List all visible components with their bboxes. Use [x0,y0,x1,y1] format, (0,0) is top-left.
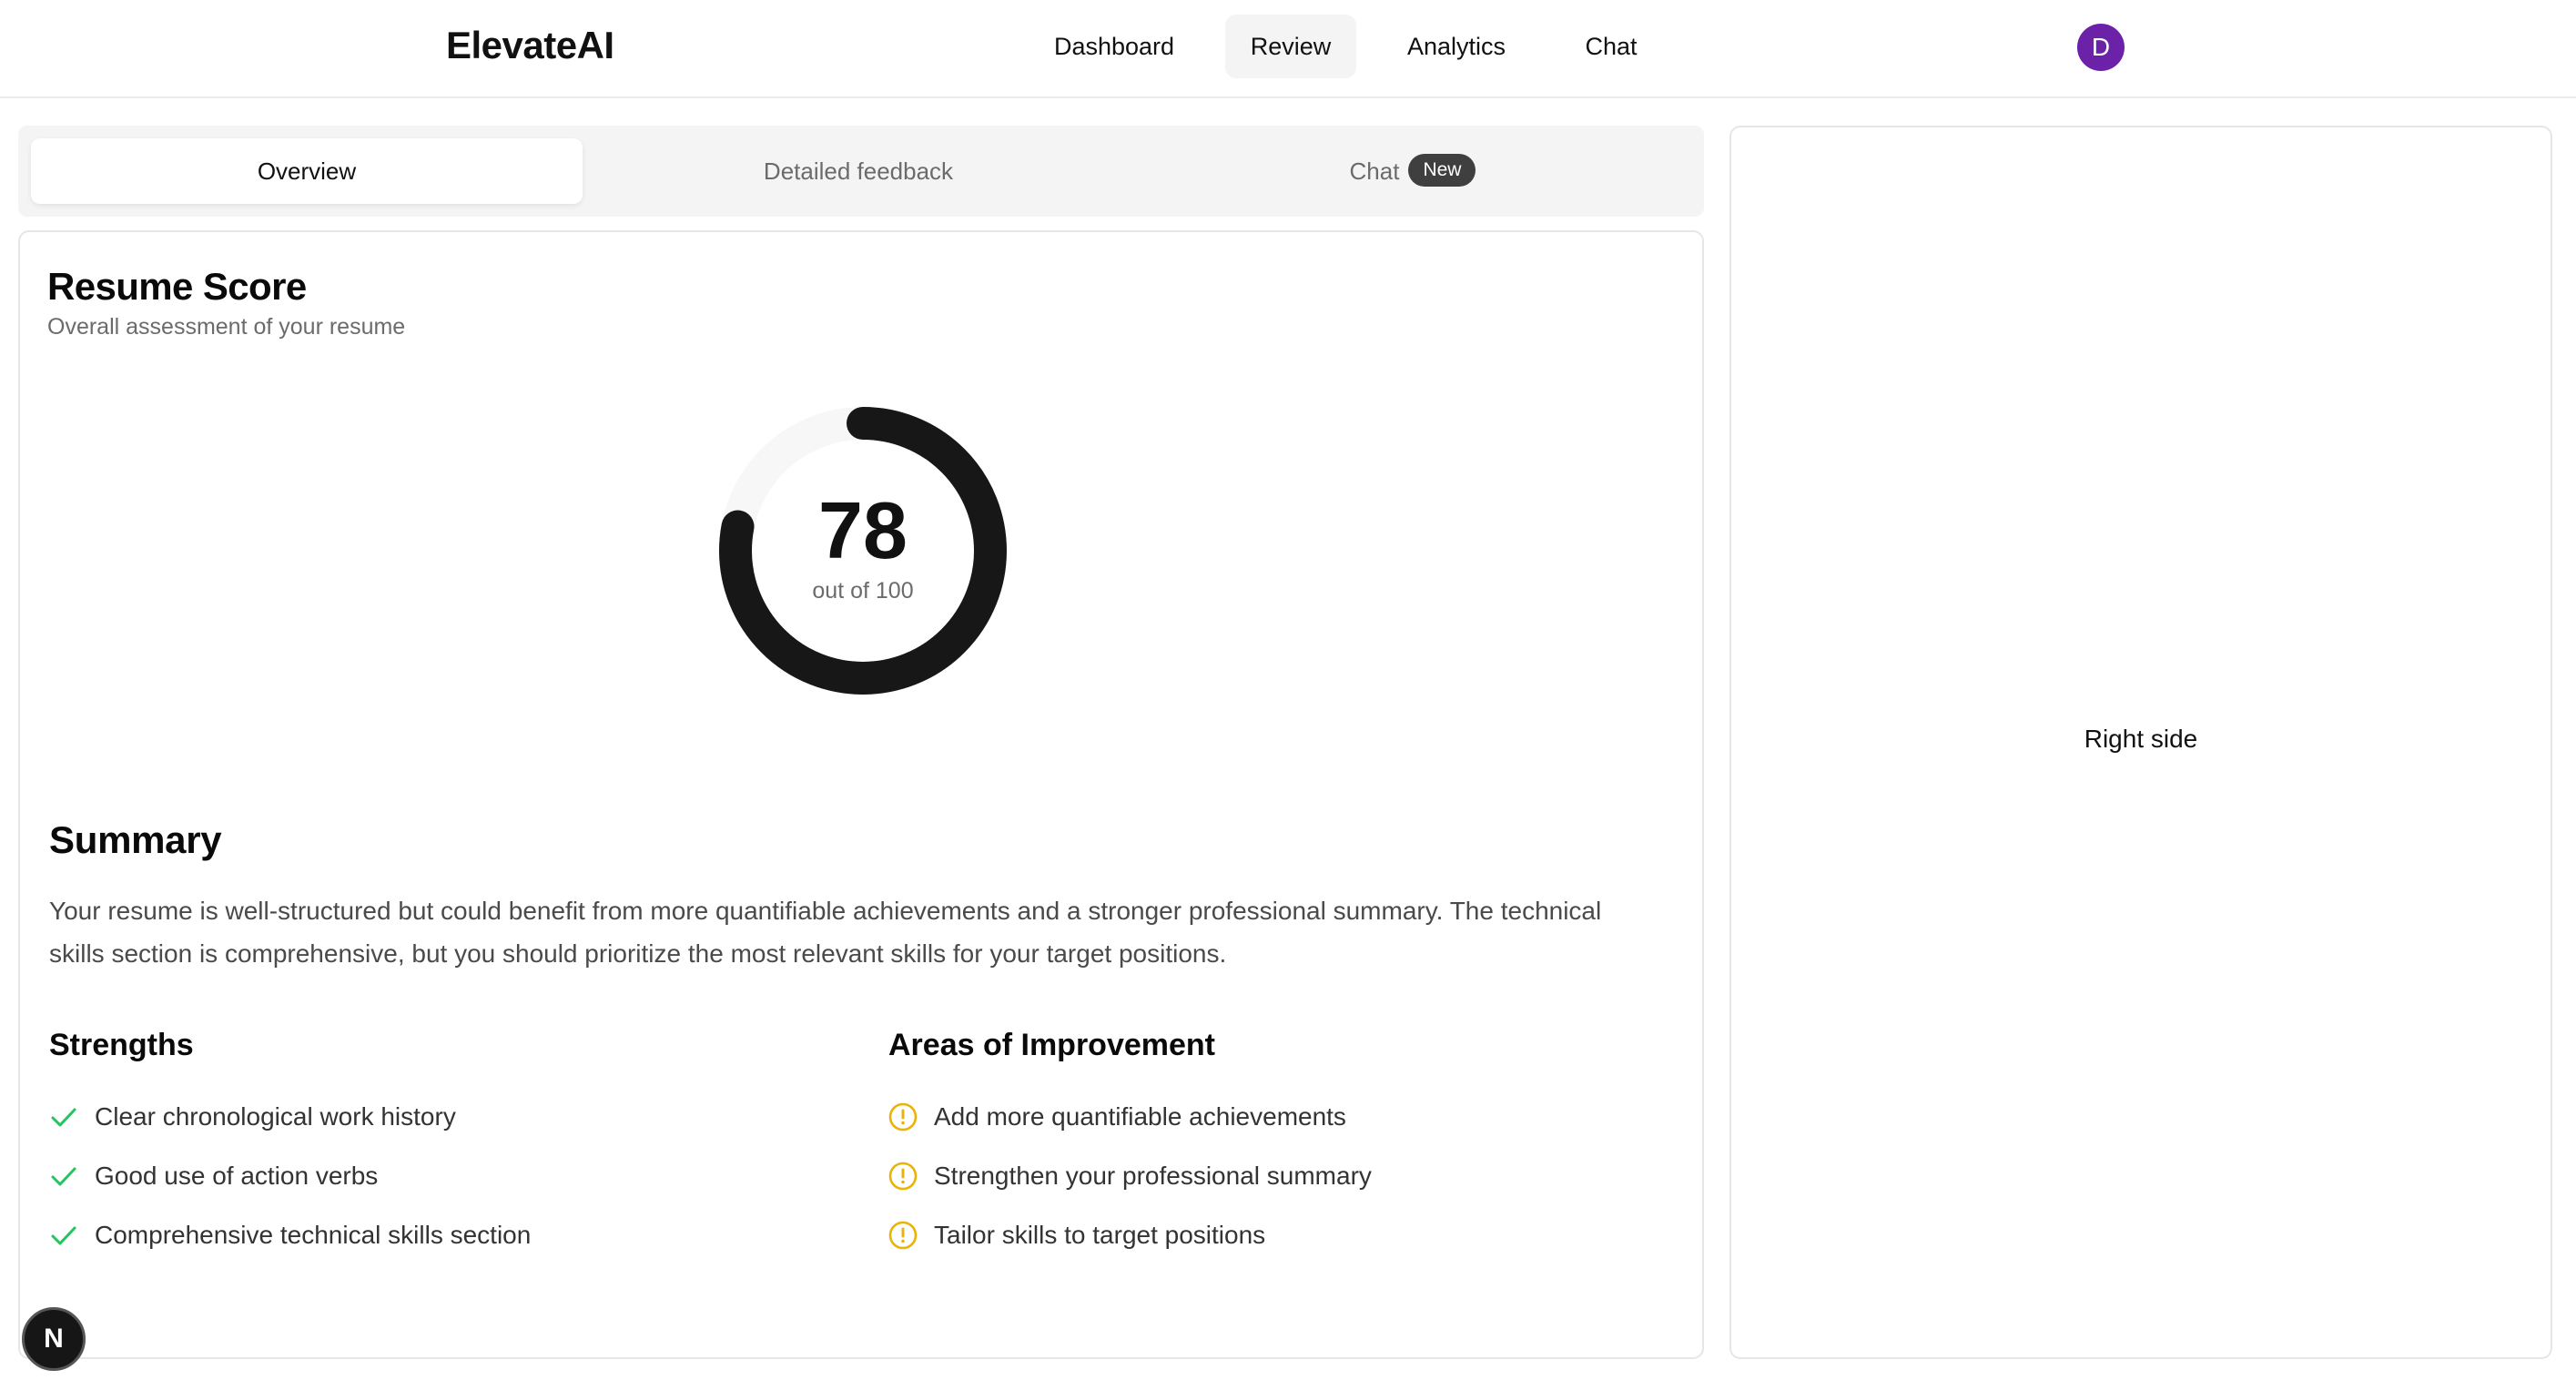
check-icon [51,1167,76,1186]
new-badge: New [1408,154,1476,188]
improvement-label: Add more quantifiable achievements [934,1102,1346,1131]
summary-heading: Summary [49,818,222,861]
strengths-heading: Strengths [49,1028,194,1062]
card-title: Resume Score [47,265,307,308]
review-tabs: Overview Detailed feedback Chat New [18,126,1704,217]
app-logo[interactable]: ElevateAI [446,24,614,67]
right-panel-text: Right side [2084,725,2198,753]
tab-chat[interactable]: Chat New [1134,138,1691,204]
improvement-label: Strengthen your professional summary [934,1162,1372,1190]
strength-label: Clear chronological work history [95,1102,456,1131]
score-value: 78 [818,485,908,575]
nav-item-dashboard[interactable]: Dashboard [1032,15,1196,78]
user-avatar[interactable]: D [2077,24,2125,71]
resume-score-card: Resume Score Overall assessment of your … [18,230,1704,1359]
nav-item-chat[interactable]: Chat [1557,15,1666,78]
top-navbar: ElevateAI Dashboard Review Analytics Cha… [0,0,2576,98]
nav-item-review[interactable]: Review [1225,15,1356,78]
alert-circle-icon [888,1102,918,1131]
nav-item-analytics[interactable]: Analytics [1385,15,1527,78]
strength-label: Good use of action verbs [95,1162,379,1190]
alert-circle-icon [888,1221,918,1250]
tab-chat-label: Chat [1349,157,1400,185]
improvements-heading: Areas of Improvement [888,1028,1215,1062]
score-max: out of 100 [812,578,914,604]
card-subtitle: Overall assessment of your resume [47,314,406,340]
summary-text: Your resume is well-structured but could… [49,897,1602,968]
check-icon [51,1108,76,1127]
tab-detailed-feedback[interactable]: Detailed feedback [583,138,1134,204]
right-panel: Right side [1729,126,2552,1359]
dev-indicator-button[interactable]: N [22,1307,86,1371]
alert-circle-icon [888,1162,918,1191]
improvement-label: Tailor skills to target positions [934,1221,1266,1249]
tab-overview[interactable]: Overview [31,138,583,204]
check-icon [51,1226,76,1245]
strength-label: Comprehensive technical skills section [95,1221,532,1249]
